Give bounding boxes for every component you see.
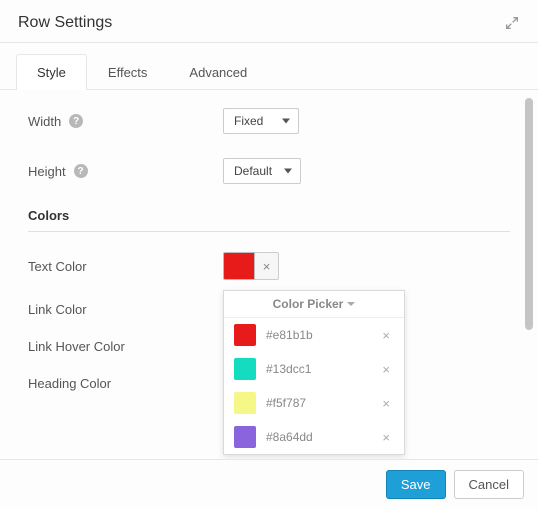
field-text-color: Text Color ×	[28, 252, 510, 280]
height-label: Height ?	[28, 164, 223, 179]
clear-text-color-button[interactable]: ×	[255, 252, 279, 280]
color-preset-1[interactable]: #13dcc1 ×	[224, 352, 404, 386]
close-icon: ×	[382, 328, 390, 343]
link-color-label: Link Color	[28, 302, 223, 317]
field-height: Height ? Default	[28, 158, 510, 184]
help-icon[interactable]: ?	[74, 164, 88, 178]
modal-footer: Save Cancel	[0, 459, 538, 509]
width-select[interactable]: Fixed	[223, 108, 299, 134]
remove-preset-button[interactable]: ×	[378, 360, 394, 379]
tab-advanced[interactable]: Advanced	[168, 54, 268, 90]
color-preset-3[interactable]: #8a64dd ×	[224, 420, 404, 454]
preset-hex: #e81b1b	[266, 328, 368, 342]
close-icon: ×	[382, 362, 390, 377]
remove-preset-button[interactable]: ×	[378, 394, 394, 413]
caret-down-icon	[282, 119, 290, 124]
preset-hex: #8a64dd	[266, 430, 368, 444]
chevron-down-icon	[347, 302, 355, 306]
remove-preset-button[interactable]: ×	[378, 326, 394, 345]
color-picker-header[interactable]: Color Picker	[224, 291, 404, 318]
color-preset-2[interactable]: #f5f787 ×	[224, 386, 404, 420]
content-area: Width ? Fixed Height ? Default Colors Te…	[0, 90, 538, 466]
preset-swatch	[234, 358, 256, 380]
save-button[interactable]: Save	[386, 470, 446, 499]
tabs: Style Effects Advanced	[0, 43, 538, 90]
caret-down-icon	[284, 169, 292, 174]
section-colors-title: Colors	[28, 208, 510, 223]
scrollbar-thumb[interactable]	[525, 98, 533, 330]
color-picker-popover: Color Picker #e81b1b × #13dcc1 × #f5f787…	[223, 290, 405, 455]
preset-hex: #f5f787	[266, 396, 368, 410]
tab-effects[interactable]: Effects	[87, 54, 169, 90]
close-icon: ×	[263, 259, 271, 274]
section-divider	[28, 231, 510, 232]
help-icon[interactable]: ?	[69, 114, 83, 128]
heading-color-label: Heading Color	[28, 376, 223, 391]
preset-hex: #13dcc1	[266, 362, 368, 376]
text-color-swatch[interactable]	[223, 252, 255, 280]
modal-header: Row Settings	[0, 0, 538, 43]
cancel-button[interactable]: Cancel	[454, 470, 524, 499]
tab-style[interactable]: Style	[16, 54, 87, 90]
close-icon: ×	[382, 396, 390, 411]
width-label: Width ?	[28, 114, 223, 129]
expand-icon[interactable]	[504, 15, 520, 31]
height-select[interactable]: Default	[223, 158, 301, 184]
text-color-label: Text Color	[28, 259, 223, 274]
field-width: Width ? Fixed	[28, 108, 510, 134]
close-icon: ×	[382, 430, 390, 445]
preset-swatch	[234, 324, 256, 346]
preset-swatch	[234, 426, 256, 448]
color-preset-0[interactable]: #e81b1b ×	[224, 318, 404, 352]
modal-title: Row Settings	[18, 14, 112, 32]
link-hover-color-label: Link Hover Color	[28, 339, 223, 354]
preset-swatch	[234, 392, 256, 414]
remove-preset-button[interactable]: ×	[378, 428, 394, 447]
